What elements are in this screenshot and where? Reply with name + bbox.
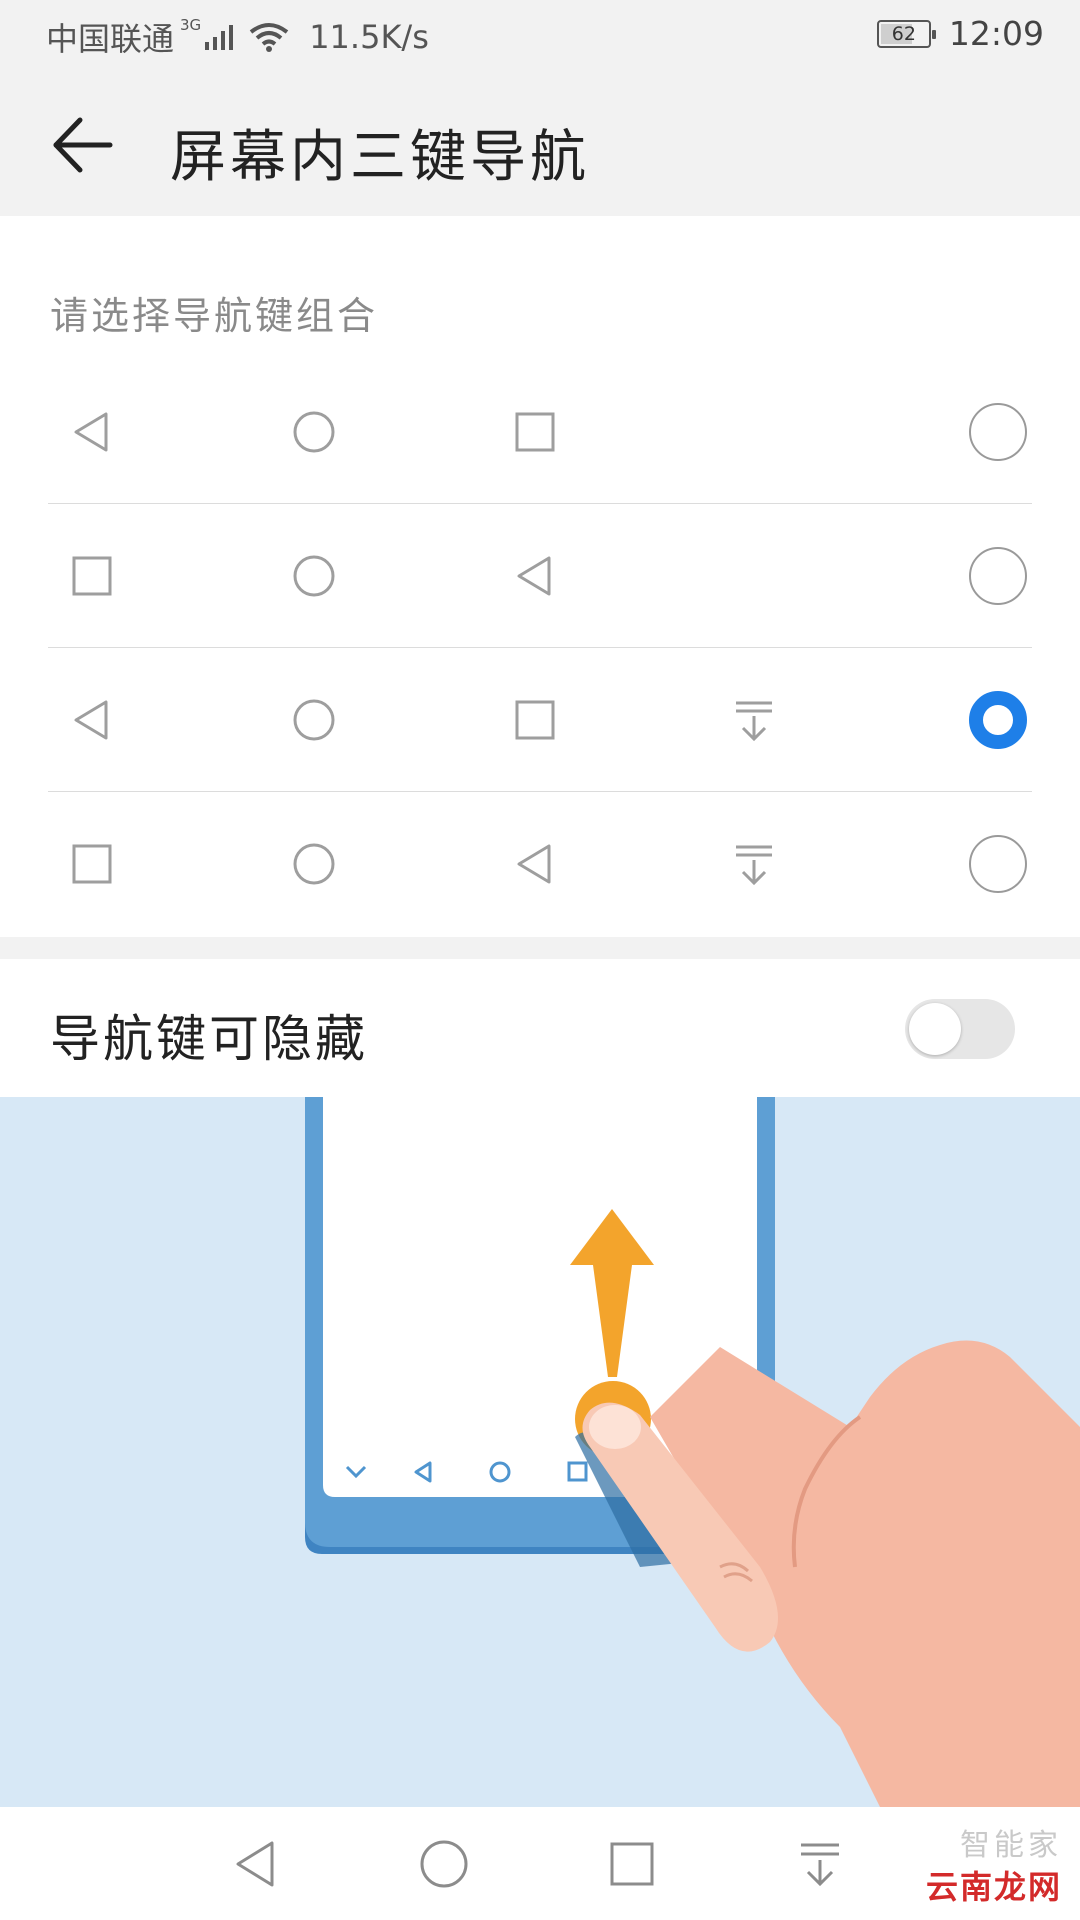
battery-level: 62 bbox=[891, 22, 916, 45]
recent-key-icon bbox=[515, 700, 555, 740]
nav-option-3[interactable] bbox=[0, 648, 1080, 792]
watermark: 智能家 云南龙网 bbox=[926, 1820, 1062, 1908]
notification-pulldown-icon bbox=[736, 845, 772, 886]
home-key-icon bbox=[293, 843, 335, 885]
watermark-bottom: 云南龙网 bbox=[925, 1868, 1062, 1906]
notification-pulldown-icon bbox=[736, 701, 772, 742]
hide-nav-keys-label: 导航键可隐藏 bbox=[50, 1010, 368, 1068]
toggle-knob bbox=[909, 1003, 961, 1055]
home-key-icon bbox=[293, 411, 335, 453]
network-speed: 11.5K/s bbox=[309, 18, 429, 56]
nav-option-2[interactable] bbox=[0, 504, 1080, 648]
illustration-image bbox=[305, 1097, 1080, 1807]
gesture-illustration bbox=[0, 1097, 1080, 1807]
home-key-icon bbox=[293, 555, 335, 597]
signal-icon bbox=[205, 25, 234, 50]
title-bar: 屏幕内三键导航 bbox=[0, 74, 1080, 216]
hide-nav-keys-toggle[interactable] bbox=[905, 999, 1015, 1059]
back-key-icon bbox=[74, 412, 108, 452]
back-key-icon bbox=[74, 700, 108, 740]
status-left: 中国联通 3G 11.5K/s bbox=[46, 14, 429, 60]
wifi-icon bbox=[249, 23, 289, 52]
system-nav-bar: 智能家 云南龙网 bbox=[0, 1807, 1080, 1920]
home-icon[interactable] bbox=[417, 1837, 471, 1891]
recent-apps-icon[interactable] bbox=[605, 1837, 659, 1891]
option-radio-3[interactable] bbox=[969, 691, 1027, 749]
back-icon[interactable] bbox=[229, 1837, 283, 1891]
status-right: 62 12:09 bbox=[876, 14, 1044, 53]
carrier-name: 中国联通 bbox=[46, 20, 175, 58]
recent-key-icon bbox=[515, 412, 555, 452]
arrow-left-icon[interactable] bbox=[50, 110, 120, 180]
section-gap bbox=[0, 937, 1080, 959]
hide-nav-keys-row[interactable]: 导航键可隐藏 bbox=[0, 959, 1080, 1097]
network-type: 3G bbox=[180, 16, 202, 34]
back-key-icon bbox=[517, 844, 551, 884]
option-radio-1[interactable] bbox=[969, 403, 1027, 461]
option-radio-2[interactable] bbox=[969, 547, 1027, 605]
battery-icon: 62 bbox=[876, 19, 936, 48]
section-header: 请选择导航键组合 bbox=[50, 294, 379, 338]
nav-option-1[interactable] bbox=[0, 360, 1080, 504]
home-key-icon bbox=[293, 699, 335, 741]
clock: 12:09 bbox=[948, 14, 1044, 53]
recent-key-icon bbox=[72, 556, 112, 596]
status-bar: 中国联通 3G 11.5K/s 62 12:09 bbox=[0, 0, 1080, 74]
back-key-icon bbox=[517, 556, 551, 596]
notification-pulldown-icon[interactable] bbox=[793, 1837, 847, 1891]
nav-option-4[interactable] bbox=[0, 792, 1080, 936]
recent-key-icon bbox=[72, 844, 112, 884]
watermark-top: 智能家 bbox=[960, 1828, 1062, 1863]
page-title: 屏幕内三键导航 bbox=[170, 125, 590, 190]
option-radio-4[interactable] bbox=[969, 835, 1027, 893]
